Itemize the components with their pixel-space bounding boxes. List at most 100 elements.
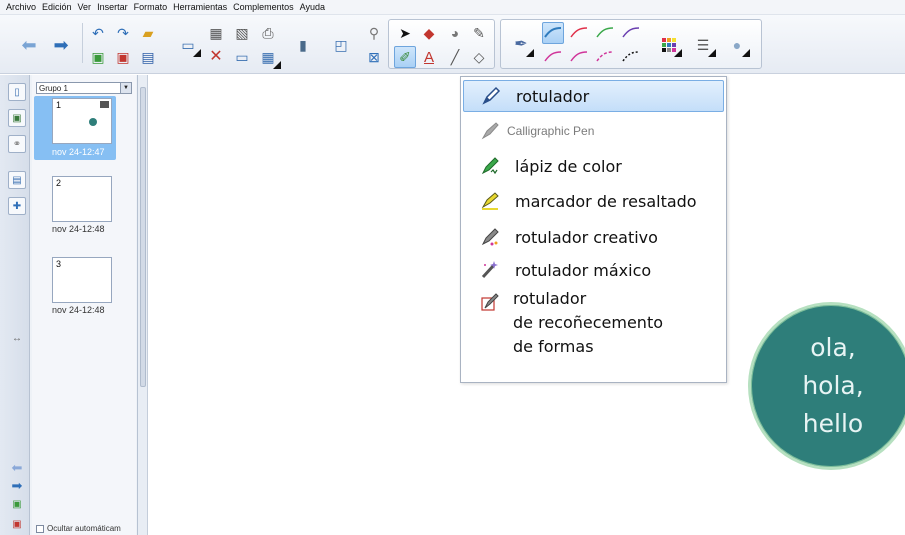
forward-arrow-icon[interactable]: ➡	[50, 34, 72, 56]
pen-option-label: rotulador máxico	[515, 260, 652, 280]
panel-back-arrow-icon[interactable]: ⬅	[8, 459, 26, 477]
menu-insertar[interactable]: Insertar	[94, 2, 131, 12]
page-thumbnail-2[interactable]: 2 nov 24-12:48	[34, 176, 116, 238]
paste-icon[interactable]: ▦	[205, 22, 227, 44]
chevron-down-icon[interactable]: ▼	[120, 83, 131, 93]
group-selector[interactable]: Grupo 1 ▼	[36, 82, 132, 94]
shape-pen-label-line-3: de formas	[513, 337, 594, 356]
pen-option-calligraphic: Calligraphic Pen	[463, 115, 724, 147]
open-folder-icon[interactable]: ▰	[137, 22, 159, 44]
marker-pen-icon	[480, 85, 502, 107]
menu-ayuda[interactable]: Ayuda	[297, 2, 328, 12]
screen-shade-icon[interactable]: ▭	[231, 46, 253, 68]
page-number: 2	[56, 178, 62, 188]
transparency-icon[interactable]: ●	[726, 34, 750, 57]
creative-pen-icon	[479, 226, 501, 248]
delete-page-icon[interactable]: ▣	[112, 46, 134, 68]
page-menu-icon[interactable]	[100, 101, 109, 108]
pen-style-1-icon[interactable]	[542, 22, 564, 44]
page-preview: 3	[52, 257, 112, 303]
close-box-icon[interactable]: ⊠	[363, 46, 385, 68]
fill-icon[interactable]: ◆	[418, 22, 440, 44]
document-camera-icon[interactable]: ⎙	[257, 22, 279, 44]
pen-style-6-icon[interactable]	[568, 46, 590, 68]
pen-option-label: Calligraphic Pen	[507, 124, 595, 138]
shape-icon[interactable]: ◇	[468, 46, 490, 68]
page-timestamp: nov 24-12:47	[52, 147, 105, 157]
pen-option-label: rotulador	[516, 86, 590, 106]
back-arrow-icon[interactable]: ⬅	[18, 34, 40, 56]
attachments-tab-icon[interactable]: ⚭	[8, 135, 26, 153]
page-thumbnail-1[interactable]: 1 nov 24-12:47	[34, 96, 116, 160]
addons-tab-icon[interactable]: ✚	[8, 197, 26, 215]
bubble-line-1: ola,	[810, 333, 856, 362]
line-thickness-icon[interactable]: ☰	[692, 34, 716, 57]
scrollbar-thumb[interactable]	[140, 87, 146, 387]
autohide-checkbox[interactable]	[36, 524, 44, 533]
pen-option-lapiz-color[interactable]: lápiz de color	[463, 150, 724, 182]
calligraphy-pen-icon	[479, 120, 501, 142]
redo-icon[interactable]: ↷	[112, 22, 134, 44]
color-palette-icon[interactable]	[658, 34, 682, 57]
page-sorter-tab-icon[interactable]: ▯	[8, 83, 26, 101]
properties-tab-icon[interactable]: ▤	[8, 171, 26, 189]
menu-archivo[interactable]: Archivo	[3, 2, 39, 12]
zoom-search-icon[interactable]: ⚲	[363, 22, 385, 44]
undo-icon[interactable]: ↶	[87, 22, 109, 44]
gallery-tab-icon[interactable]: ▣	[8, 109, 26, 127]
screen-display-icon[interactable]: ▭	[177, 34, 201, 57]
page-thumbnail-3[interactable]: 3 nov 24-12:48	[34, 257, 116, 319]
magic-pen-icon	[479, 259, 501, 281]
pen-type-icon[interactable]: ✒	[510, 34, 534, 57]
page-preview: 1	[52, 98, 112, 144]
shape-pen-label[interactable]: rotulador de recoñecemento de formas	[513, 287, 663, 359]
pen-type-menu: rotulador Calligraphic Pen lápiz de colo…	[460, 76, 727, 383]
new-page-icon[interactable]: ▣	[87, 46, 109, 68]
menu-formato[interactable]: Formato	[131, 2, 171, 12]
pen-option-resaltado[interactable]: marcador de resaltado	[463, 185, 724, 217]
menu-ver[interactable]: Ver	[75, 2, 95, 12]
pens-icon[interactable]: ✐	[394, 46, 416, 68]
menu-herramientas[interactable]: Herramientas	[170, 2, 230, 12]
panel-delete-page-icon[interactable]: ▣	[8, 515, 26, 533]
pen-style-5-icon[interactable]	[542, 46, 564, 68]
page-timestamp: nov 24-12:48	[52, 224, 105, 234]
select-cursor-icon[interactable]: ➤	[394, 22, 416, 44]
panel-forward-arrow-icon[interactable]: ➡	[8, 477, 26, 495]
highlighter-icon	[479, 190, 501, 212]
shape-pen-label-line-2: de recoñecemento	[513, 313, 663, 332]
eraser-icon[interactable]: ◕	[444, 22, 466, 44]
text-bubble[interactable]: ola, hola, hello	[748, 302, 905, 470]
delete-icon[interactable]: ✕	[205, 46, 227, 68]
page-preview-shape	[89, 118, 97, 126]
panel-scrollbar[interactable]	[138, 75, 148, 535]
table-icon[interactable]: ▦	[257, 46, 281, 69]
bubble-line-2: hola,	[802, 371, 864, 400]
pen-option-maxico[interactable]: rotulador máxico	[463, 254, 724, 286]
pen-style-7-icon[interactable]	[594, 46, 616, 68]
pen-style-8-icon[interactable]	[620, 46, 642, 68]
page-number: 3	[56, 259, 62, 269]
measurement-tool-icon[interactable]: ◰	[330, 34, 352, 56]
bubble-line-3: hello	[802, 409, 864, 438]
pen-option-label: lápiz de color	[515, 156, 622, 176]
pen-style-3-icon[interactable]	[594, 22, 616, 44]
text-icon[interactable]: A	[418, 46, 440, 68]
save-icon[interactable]: ▤	[137, 46, 159, 68]
page-timestamp: nov 24-12:48	[52, 305, 105, 315]
document-icon[interactable]: ▮	[292, 34, 314, 56]
pen-style-4-icon[interactable]	[620, 22, 642, 44]
line-icon[interactable]: ╱	[444, 46, 466, 68]
pen-option-creativo[interactable]: rotulador creativo	[463, 221, 724, 253]
pen-style-2-icon[interactable]	[568, 22, 590, 44]
screen-capture-icon[interactable]: ▧	[231, 22, 253, 44]
pen-option-rotulador[interactable]: rotulador	[463, 80, 724, 112]
magic-wand-icon[interactable]: ✎	[468, 22, 490, 44]
shape-recognition-pen-icon	[479, 291, 501, 313]
autohide-label: Ocultar automáticam	[47, 524, 121, 533]
menu-complementos[interactable]: Complementos	[230, 2, 297, 12]
panel-add-page-icon[interactable]: ▣	[8, 495, 26, 513]
menu-edicion[interactable]: Edición	[39, 2, 75, 12]
expand-panel-icon[interactable]: ↔	[8, 329, 26, 347]
autohide-option[interactable]: Ocultar automáticam	[36, 524, 121, 533]
